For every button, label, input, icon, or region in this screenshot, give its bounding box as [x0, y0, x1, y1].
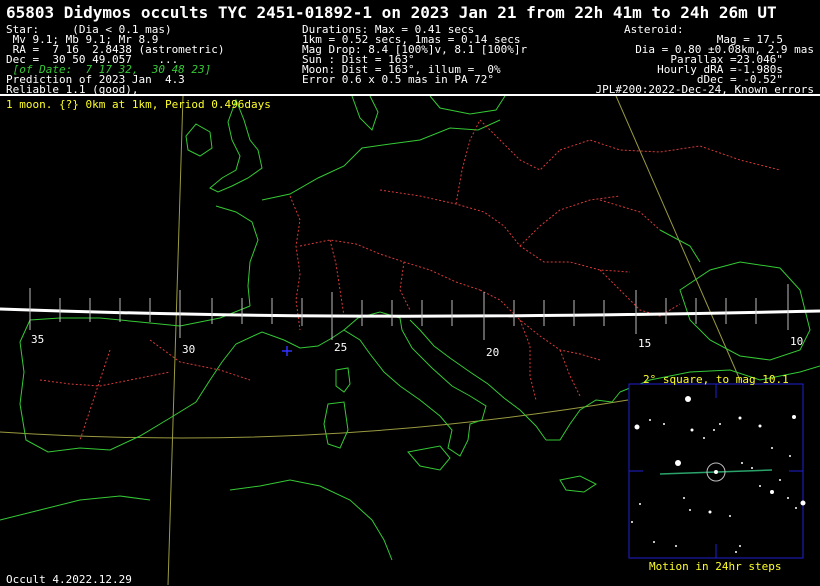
longitude-label: 20 [486, 346, 500, 359]
occultation-path [0, 307, 820, 318]
inset-footer: Motion in 24hr steps [649, 560, 782, 573]
latitude-curve [0, 399, 629, 439]
page-title: 65803 Didymos occults TYC 2451-01892-1 o… [6, 3, 777, 22]
longitude-label: 15 [638, 337, 652, 350]
inset-star-chart [628, 383, 806, 559]
footer-version: Occult 4.2022.12.29 [6, 573, 132, 586]
error-ellipse: Error 0.6 x 0.5 mas in PA 72° [302, 73, 495, 86]
longitude-label: 10 [790, 335, 804, 348]
asteroid-label: Asteroid: [624, 23, 684, 36]
meridian-line [615, 95, 741, 381]
longitude-label: 25 [334, 341, 348, 354]
observer-marker [282, 346, 292, 356]
meridian-line [167, 95, 184, 585]
longitude-label: 35 [31, 333, 45, 346]
header-divider [0, 94, 820, 96]
inset-title: 2° square, to mag 10.1 [643, 373, 789, 386]
moon-note: 1 moon. {?} 0km at 1km, Period 0.496days [6, 98, 271, 111]
longitude-label: 30 [182, 343, 196, 356]
